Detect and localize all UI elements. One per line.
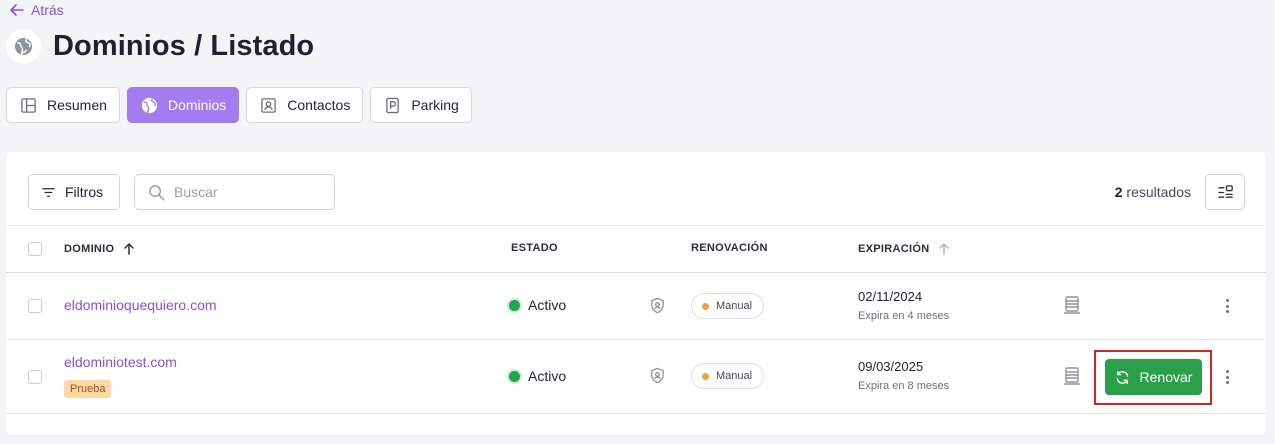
- column-header-dominio[interactable]: DOMINIO: [64, 242, 136, 256]
- refresh-icon: [1116, 370, 1128, 384]
- column-header-renovacion: RENOVACIÓN: [691, 242, 768, 254]
- page-icon: [6, 29, 41, 64]
- layout-icon: [21, 97, 36, 113]
- renewal-dot: [702, 372, 709, 380]
- expiration-note: Expira en 4 meses: [858, 310, 950, 322]
- search-icon: [149, 184, 165, 200]
- tab-parking[interactable]: Parking: [370, 87, 472, 123]
- filters-label: Filtros: [65, 184, 104, 200]
- arrow-left-icon: [10, 4, 24, 16]
- shield-icon[interactable]: [649, 297, 666, 314]
- expiration-note: Expira en 8 meses: [858, 380, 950, 392]
- more-options-icon[interactable]: [1222, 298, 1232, 314]
- arrow-up-icon: [124, 243, 135, 255]
- renewal-dot: [702, 302, 709, 310]
- status-indicator: Activo: [509, 368, 566, 384]
- column-header-estado: ESTADO: [511, 242, 558, 254]
- test-badge: Prueba: [64, 380, 112, 398]
- more-options-icon[interactable]: [1222, 369, 1232, 385]
- tab-label: Resumen: [47, 97, 107, 113]
- shield-icon[interactable]: [649, 367, 666, 384]
- renew-button[interactable]: Renovar: [1105, 359, 1202, 395]
- domain-link[interactable]: eldominioquequiero.com: [64, 297, 217, 313]
- results-count: 2 resultados: [1115, 184, 1191, 200]
- status-label: Activo: [528, 368, 567, 384]
- column-settings-button[interactable]: [1205, 174, 1245, 210]
- filter-icon: [42, 187, 55, 197]
- renewal-label: Manual: [716, 300, 753, 312]
- renewal-label: Manual: [716, 370, 753, 382]
- domains-card: Filtros 2 resultados DOMINIO ESTADO RENO…: [6, 152, 1266, 435]
- status-dot: [509, 370, 520, 382]
- results-number: 2: [1114, 184, 1123, 200]
- row-checkbox[interactable]: [28, 370, 42, 384]
- columns-settings-icon: [1217, 184, 1233, 198]
- results-label: resultados: [1126, 184, 1191, 200]
- renewal-badge: Manual: [691, 363, 765, 389]
- globe-icon: [141, 97, 158, 113]
- section-tabs: Resumen Dominios Contactos Parking: [6, 87, 472, 123]
- column-header-label: RENOVACIÓN: [691, 242, 768, 254]
- table-row: eldominioquequiero.com Activo Manual 02/…: [6, 273, 1266, 340]
- row-checkbox[interactable]: [28, 299, 42, 313]
- expiration-date: 09/03/2025: [858, 359, 924, 374]
- sort-arrow-up-icon: [939, 243, 950, 255]
- table-header: DOMINIO ESTADO RENOVACIÓN EXPIRACIÓN: [6, 225, 1266, 273]
- status-indicator: Activo: [509, 297, 566, 313]
- column-header-expiracion[interactable]: EXPIRACIÓN: [858, 242, 951, 256]
- globe-icon: [14, 37, 33, 56]
- search-input[interactable]: [174, 184, 324, 200]
- status-dot: [509, 299, 520, 311]
- status-label: Activo: [528, 297, 567, 313]
- domain-link[interactable]: eldominiotest.com: [64, 354, 177, 370]
- back-link[interactable]: Atrás: [9, 2, 64, 18]
- contact-card-icon: [261, 97, 277, 113]
- server-icon[interactable]: [1063, 295, 1081, 315]
- back-label: Atrás: [31, 2, 64, 18]
- column-header-label: ESTADO: [511, 242, 558, 254]
- column-header-label: EXPIRACIÓN: [858, 243, 930, 255]
- tab-contactos[interactable]: Contactos: [246, 87, 364, 123]
- column-header-label: DOMINIO: [64, 243, 115, 255]
- page-header: Dominios / Listado: [6, 29, 314, 64]
- select-all-checkbox[interactable]: [28, 242, 42, 256]
- tab-label: Contactos: [287, 97, 351, 113]
- expiration-date: 02/11/2024: [858, 289, 923, 304]
- tab-resumen[interactable]: Resumen: [6, 87, 120, 123]
- tab-dominios[interactable]: Dominios: [126, 87, 240, 123]
- filters-button[interactable]: Filtros: [28, 174, 120, 210]
- renewal-badge: Manual: [691, 293, 765, 319]
- page-title: Dominios / Listado: [53, 30, 315, 62]
- search-box: [134, 174, 335, 210]
- renew-label: Renovar: [1139, 369, 1193, 385]
- tab-label: Parking: [411, 97, 459, 113]
- server-icon[interactable]: [1063, 366, 1081, 386]
- parking-icon: [386, 97, 400, 113]
- table-row: eldominiotest.com Prueba Activo Manual 0…: [6, 340, 1266, 414]
- tab-label: Dominios: [167, 97, 227, 113]
